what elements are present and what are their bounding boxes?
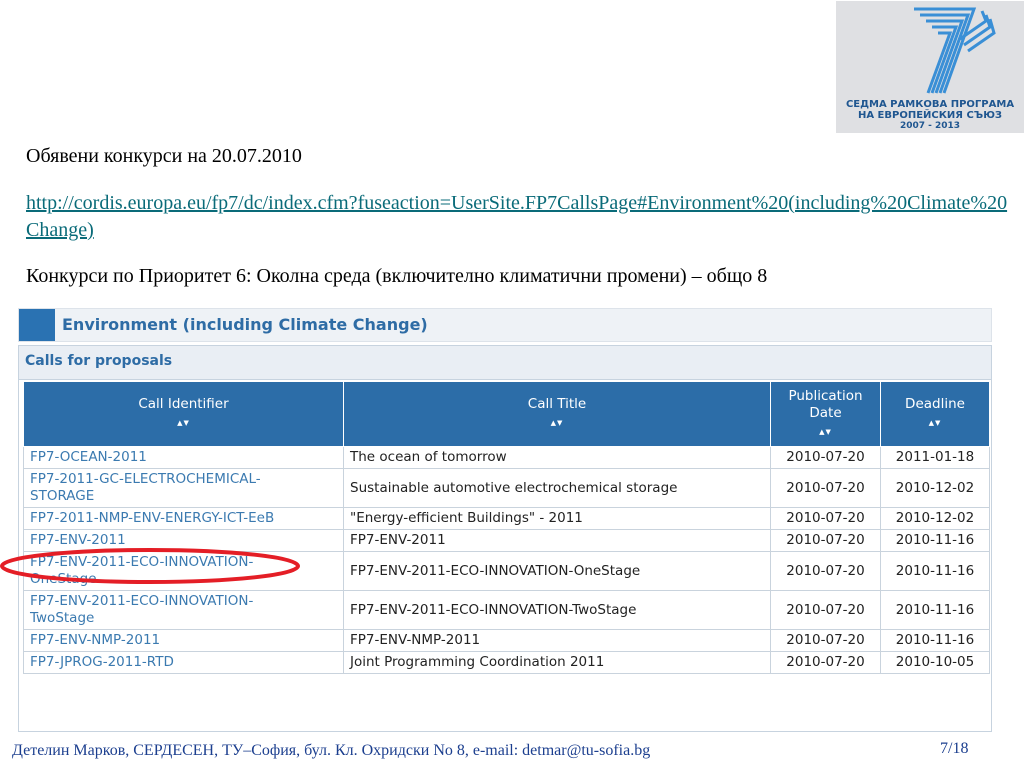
table-row: FP7-2011-GC-ELECTROCHEMICAL- STORAGE Sust… xyxy=(23,468,990,508)
column-header-deadline[interactable]: Deadline ▲▼ xyxy=(880,381,990,447)
deadline: 2010-12-02 xyxy=(880,507,990,530)
table-row: FP7-ENV-2011-ECO-INNOVATION- TwoStage FP7… xyxy=(23,590,990,630)
publication-date: 2010-07-20 xyxy=(770,468,881,508)
call-title: FP7-ENV-2011-ECO-INNOVATION-TwoStage xyxy=(343,590,771,630)
call-title: FP7-ENV-2011 xyxy=(343,529,771,552)
calls-panel-header: Calls for proposals xyxy=(19,346,991,380)
logo-text-line3: 2007 - 2013 xyxy=(899,121,961,131)
sort-icon[interactable]: ▲▼ xyxy=(28,415,339,432)
call-identifier-link[interactable]: FP7-2011-GC-ELECTROCHEMICAL- STORAGE xyxy=(23,468,344,508)
deadline: 2010-11-16 xyxy=(880,629,990,652)
slide-heading: Обявени конкурси на 20.07.2010 xyxy=(26,145,302,167)
deadline: 2010-11-16 xyxy=(880,551,990,591)
logo-text-line2: НА ЕВРОПЕЙСКИЯ СЪЮЗ xyxy=(857,110,1003,121)
table-row: FP7-ENV-NMP-2011 FP7-ENV-NMP-2011 2010-0… xyxy=(23,629,990,652)
page-number: 7/18 xyxy=(940,740,969,757)
highlight-ellipse xyxy=(0,548,300,584)
calls-table: Call Identifier ▲▼ Call Title ▲▼ Publicati… xyxy=(23,381,990,674)
logo-text-line1: СЕДМА РАМКОВА ПРОГРАМА xyxy=(845,99,1015,110)
publication-date: 2010-07-20 xyxy=(770,629,881,652)
calls-panel: Calls for proposals Call Identifier ▲▼ Ca… xyxy=(18,345,992,732)
publication-date: 2010-07-20 xyxy=(770,651,881,674)
deadline: 2010-10-05 xyxy=(880,651,990,674)
sort-icon[interactable]: ▲▼ xyxy=(775,424,876,441)
table-row: FP7-JPROG-2011-RTD Joint Programming Coo… xyxy=(23,651,990,674)
call-title: Sustainable automotive electrochemical s… xyxy=(343,468,771,508)
sort-icon[interactable]: ▲▼ xyxy=(885,415,985,432)
call-title: The ocean of tomorrow xyxy=(343,446,771,469)
publication-date: 2010-07-20 xyxy=(770,551,881,591)
deadline: 2010-11-16 xyxy=(880,590,990,630)
call-title: FP7-ENV-2011-ECO-INNOVATION-OneStage xyxy=(343,551,771,591)
slide-footer: Детелин Марков, СЕРДЕСЕН, ТУ–София, бул.… xyxy=(12,742,651,759)
calls-panel-title: Calls for proposals xyxy=(25,353,173,369)
call-title: "Energy-efficient Buildings" - 2011 xyxy=(343,507,771,530)
table-row: FP7-2011-NMP-ENV-ENERGY-ICT-EeB "Energy-… xyxy=(23,507,990,530)
column-header-call-identifier[interactable]: Call Identifier ▲▼ xyxy=(23,381,344,447)
deadline: 2011-01-18 xyxy=(880,446,990,469)
environment-panel-header: Environment (including Climate Change) xyxy=(18,308,992,342)
environment-panel-title: Environment (including Climate Change) xyxy=(62,315,428,334)
call-identifier-link[interactable]: FP7-ENV-2011-ECO-INNOVATION- TwoStage xyxy=(23,590,344,630)
publication-date: 2010-07-20 xyxy=(770,446,881,469)
call-identifier-link[interactable]: FP7-ENV-NMP-2011 xyxy=(23,629,344,652)
call-identifier-link[interactable]: FP7-OCEAN-2011 xyxy=(23,446,344,469)
fp7-logo: СЕДМА РАМКОВА ПРОГРАМА НА ЕВРОПЕЙСКИЯ СЪ… xyxy=(836,1,1024,133)
column-header-call-title[interactable]: Call Title ▲▼ xyxy=(343,381,771,447)
cordis-link[interactable]: http://cordis.europa.eu/fp7/dc/index.cfm… xyxy=(26,190,1016,244)
priority-subtitle: Конкурси по Приоритет 6: Околна среда (в… xyxy=(26,265,768,287)
publication-date: 2010-07-20 xyxy=(770,590,881,630)
column-header-publication-date[interactable]: Publication Date ▲▼ xyxy=(770,381,881,447)
table-row: FP7-OCEAN-2011 The ocean of tomorrow 201… xyxy=(23,446,990,469)
call-title: FP7-ENV-NMP-2011 xyxy=(343,629,771,652)
deadline: 2010-11-16 xyxy=(880,529,990,552)
panel-marker-icon xyxy=(19,309,55,341)
publication-date: 2010-07-20 xyxy=(770,507,881,530)
deadline: 2010-12-02 xyxy=(880,468,990,508)
call-identifier-link[interactable]: FP7-2011-NMP-ENV-ENERGY-ICT-EeB xyxy=(23,507,344,530)
publication-date: 2010-07-20 xyxy=(770,529,881,552)
call-identifier-link[interactable]: FP7-JPROG-2011-RTD xyxy=(23,651,344,674)
sort-icon[interactable]: ▲▼ xyxy=(348,415,766,432)
call-title: Joint Programming Coordination 2011 xyxy=(343,651,771,674)
